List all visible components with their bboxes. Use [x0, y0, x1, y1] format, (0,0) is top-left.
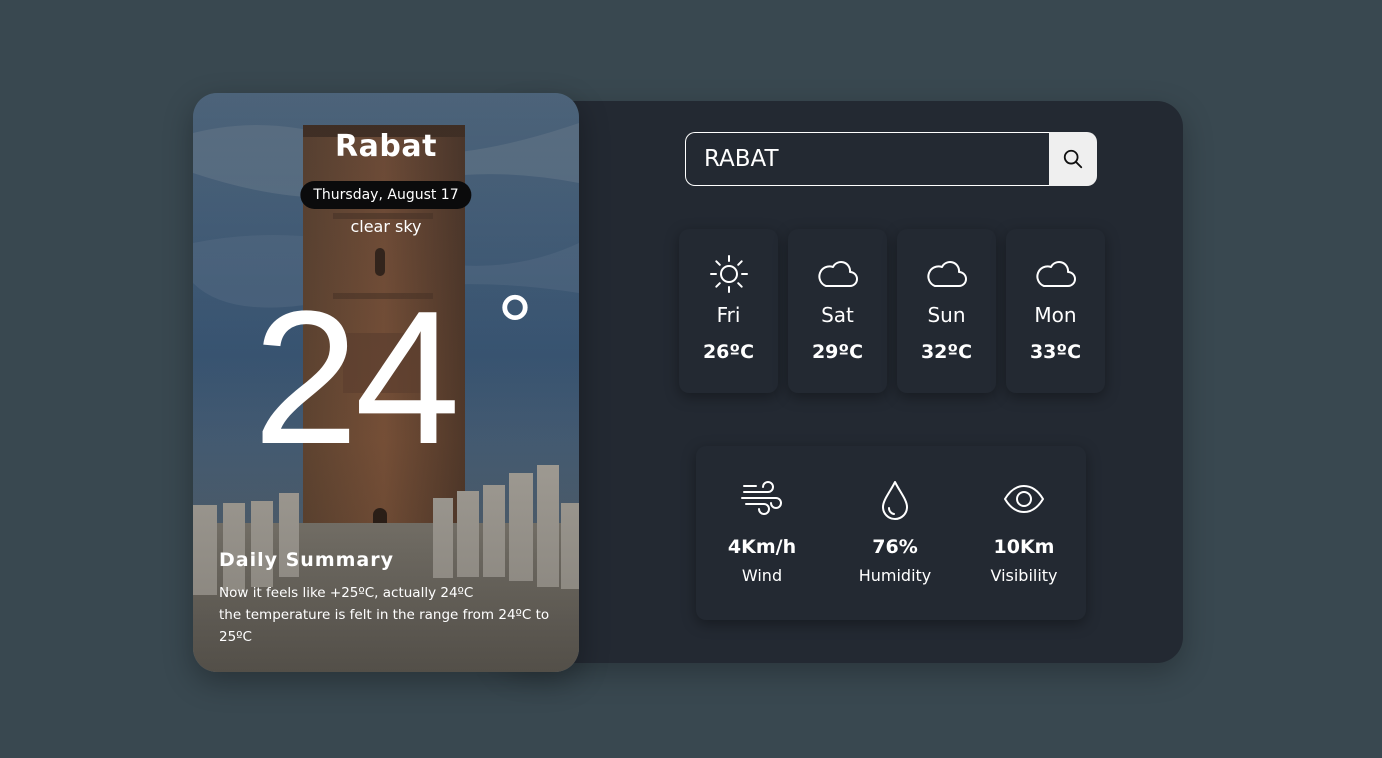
weather-condition: clear sky: [350, 217, 422, 236]
cloud-icon: [1035, 261, 1076, 287]
forecast-temp: 33ºC: [1029, 341, 1082, 363]
forecast-day: Sat: [821, 303, 854, 327]
forecast-card-sat: Sat 29ºC: [788, 229, 887, 393]
wind-value: 4Km/h: [727, 536, 797, 558]
forecast-temp: 29ºC: [811, 341, 864, 363]
search-button[interactable]: [1049, 132, 1097, 186]
forecast-temp: 32ºC: [920, 341, 973, 363]
visibility-label: Visibility: [990, 566, 1058, 585]
forecast-day: Fri: [716, 303, 741, 327]
cloud-icon: [926, 261, 967, 287]
city-search-input[interactable]: [685, 132, 1049, 186]
forecast-temp: 26ºC: [702, 341, 755, 363]
sun-icon: [709, 255, 748, 293]
city-name: Rabat: [335, 129, 437, 164]
forecast-card-sun: Sun 32ºC: [897, 229, 996, 393]
degree-symbol: °: [497, 278, 533, 378]
forecast-day: Sun: [927, 303, 966, 327]
forecast-list: Fri 26ºC Sat 29ºC Sun 32ºC Mon 33ºC: [679, 229, 1105, 393]
city-card: Rabat Thursday, August 17 clear sky 24 °…: [193, 93, 579, 672]
weather-stats: 4Km/h Wind 76% Humidity 10Km Visibility: [696, 446, 1086, 620]
daily-summary-title: Daily Summary: [219, 549, 395, 571]
forecast-card-fri: Fri 26ºC: [679, 229, 778, 393]
eye-icon: [1004, 485, 1044, 513]
summary-line-feels-like: Now it feels like +25ºC, actually 24ºC: [219, 585, 474, 601]
droplet-icon: [882, 481, 908, 520]
humidity-value: 76%: [872, 536, 918, 558]
current-temperature: 24: [253, 272, 460, 484]
forecast-card-mon: Mon 33ºC: [1006, 229, 1105, 393]
visibility-value: 10Km: [993, 536, 1055, 558]
summary-line-range: the temperature is felt in the range fro…: [219, 607, 550, 645]
cloud-icon: [817, 261, 858, 287]
daily-summary-text: Now it feels like +25ºC, actually 24ºC t…: [219, 582, 569, 648]
forecast-day: Mon: [1034, 303, 1077, 327]
search-icon: [1063, 149, 1083, 169]
search-bar: [685, 132, 1097, 186]
humidity-label: Humidity: [858, 566, 932, 585]
wind-label: Wind: [741, 566, 783, 585]
date-badge: Thursday, August 17: [300, 181, 472, 209]
wind-icon: [741, 481, 782, 515]
